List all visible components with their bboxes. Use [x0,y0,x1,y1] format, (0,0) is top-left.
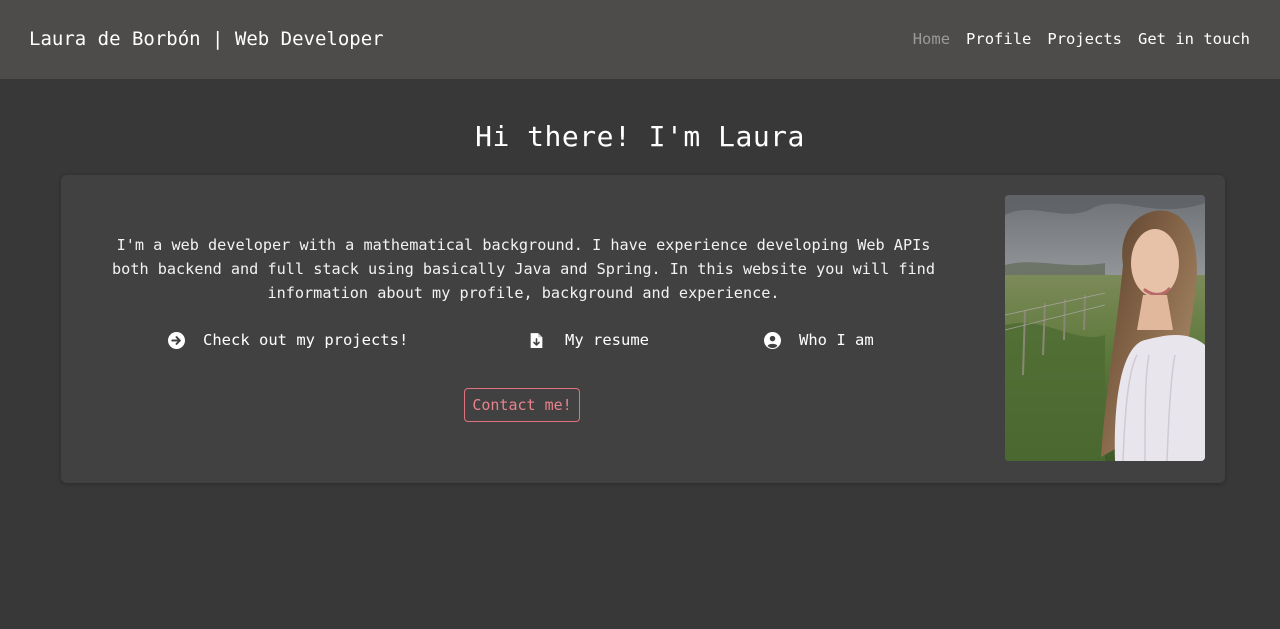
file-download-icon [530,332,543,348]
brand-link[interactable]: Laura de Borbón | Web Developer [29,27,384,51]
nav-links: Home Profile Projects Get in touch [897,29,1250,49]
resume-link[interactable]: My resume [528,330,649,350]
who-i-am-link-label: Who I am [799,331,874,349]
intro-text: I'm a web developer with a mathematical … [112,236,935,302]
nav-link-home[interactable]: Home [913,29,950,49]
nav-link-profile[interactable]: Profile [966,29,1031,49]
projects-link[interactable]: Check out my projects! [168,330,408,350]
nav-link-projects[interactable]: Projects [1047,29,1122,49]
user-circle-icon [764,331,781,349]
profile-photo-image [1005,195,1205,461]
arrow-circle-right-icon [168,331,185,349]
page-title: Hi there! I'm Laura [475,120,805,153]
nav-link-get-in-touch[interactable]: Get in touch [1138,29,1250,49]
resume-link-label: My resume [565,331,649,349]
who-i-am-link[interactable]: Who I am [764,330,874,350]
navbar: Laura de Borbón | Web Developer Home Pro… [0,0,1280,79]
intro-card: I'm a web developer with a mathematical … [61,175,1225,483]
profile-photo [1005,195,1205,461]
projects-link-label: Check out my projects! [203,331,409,349]
contact-button[interactable]: Contact me! [464,388,580,422]
